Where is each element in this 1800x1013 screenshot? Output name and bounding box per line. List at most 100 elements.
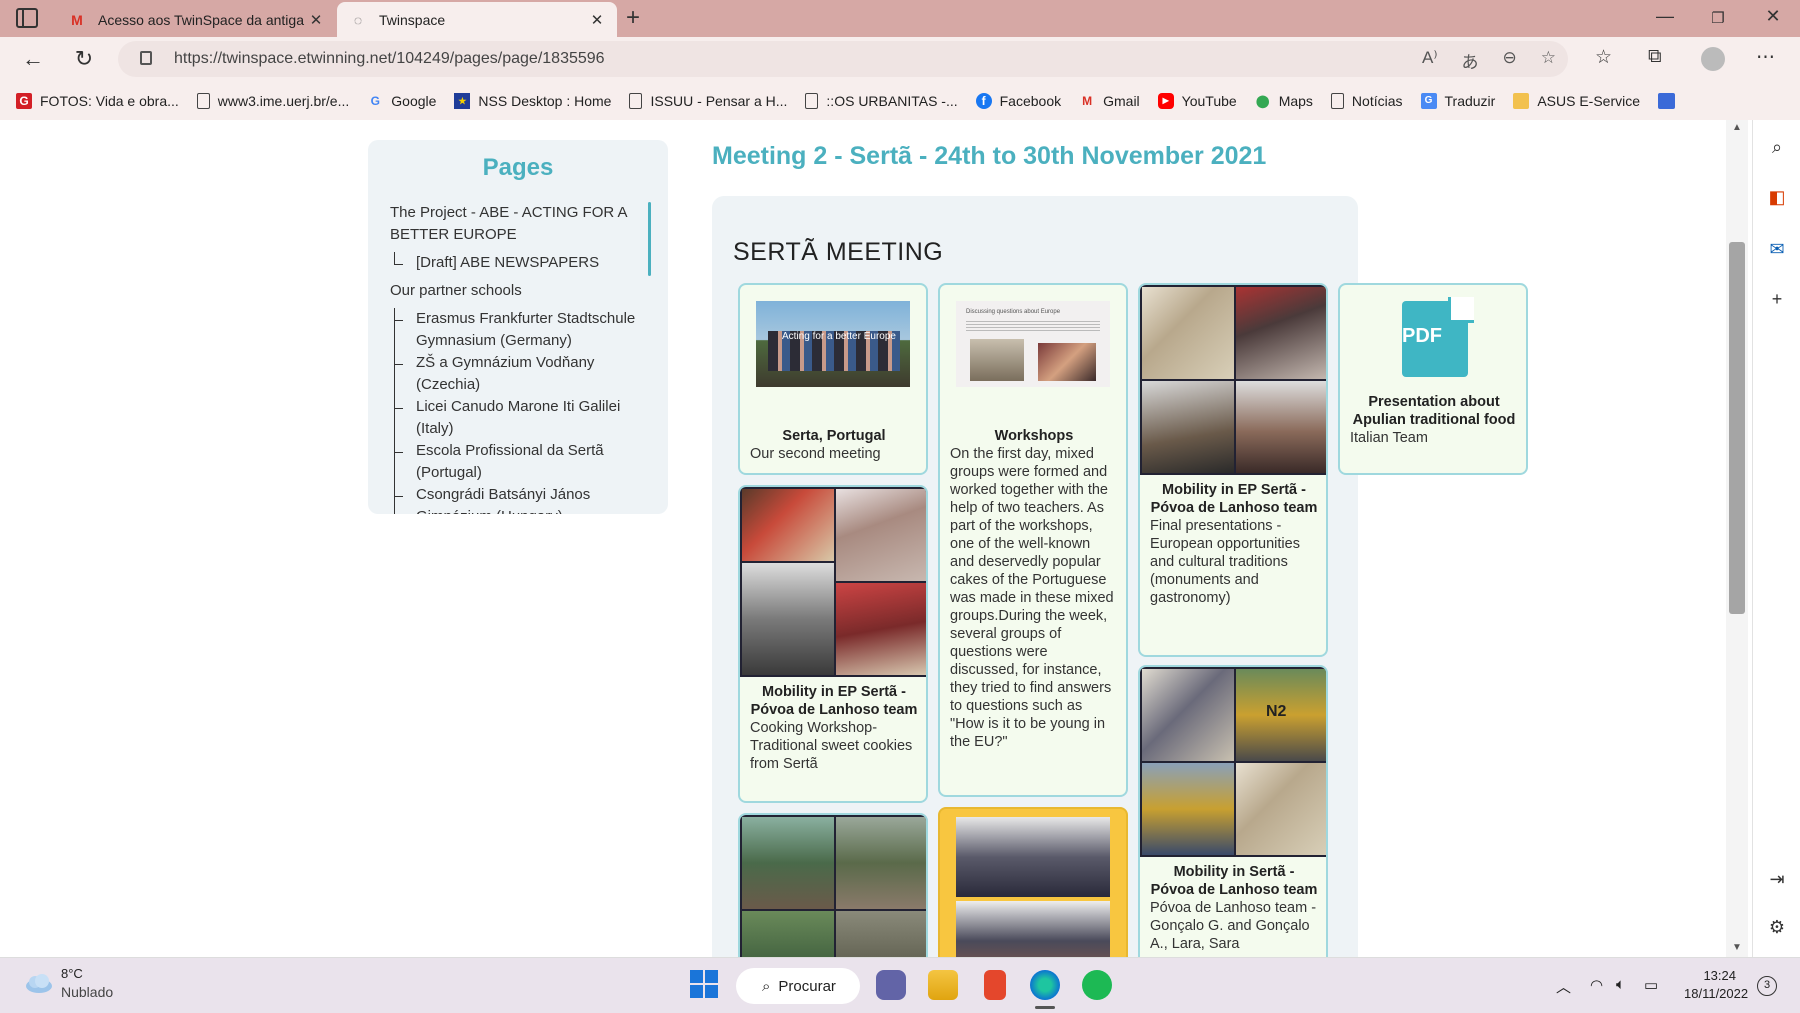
add-favorite-icon[interactable]: ☆ <box>1541 48 1556 73</box>
bookmark-maps[interactable]: ⬤ Maps <box>1255 93 1313 109</box>
bookmark-youtube[interactable]: ▶ YouTube <box>1157 93 1237 109</box>
bookmark-noticias[interactable]: Notícias <box>1330 93 1403 109</box>
page-link[interactable]: The Project - ABE - ACTING FOR A BETTER … <box>390 202 640 246</box>
page-link[interactable]: Our partner schools <box>390 280 640 302</box>
windows-start-icon[interactable] <box>690 970 718 998</box>
bookmark-ime[interactable]: www3.ime.uerj.br/e... <box>196 93 349 109</box>
card-description: On the first day, mixed groups were form… <box>950 446 1114 750</box>
bookmark-fotos[interactable]: G FOTOS: Vida e obra... <box>16 93 179 109</box>
photo-collage <box>1140 285 1326 475</box>
spotify-icon[interactable] <box>1082 970 1112 1000</box>
search-label: Procurar <box>778 977 836 995</box>
profile-avatar[interactable] <box>1701 47 1725 71</box>
card-mobility-presentations[interactable]: Mobility in EP Sertã - Póvoa de Lanhoso … <box>1138 283 1328 657</box>
bookmark-traduzir[interactable]: G Traduzir <box>1420 93 1496 109</box>
chevron-up-icon[interactable]: ︿ <box>1556 976 1571 997</box>
page-scrollbar[interactable]: ▲ ▼ <box>1726 120 1748 957</box>
search-icon[interactable]: ⌕ <box>1766 136 1788 158</box>
card-mobility-serta[interactable]: N2 Mobility in Sertã - Póvoa de Lanhoso … <box>1138 665 1328 957</box>
page-link[interactable]: [Draft] ABE NEWSPAPERS <box>390 252 640 274</box>
card-cooking-workshop[interactable]: Mobility in EP Sertã - Póvoa de Lanhoso … <box>738 485 928 803</box>
address-bar-row: ← ↻ https://twinspace.etwinning.net/1042… <box>0 37 1800 82</box>
gear-icon[interactable]: ⚙ <box>1766 916 1788 938</box>
scroll-thumb[interactable] <box>1729 242 1745 614</box>
card-serta[interactable]: Acting for a better Europe Serta, Portug… <box>738 283 928 475</box>
bookmark-extra[interactable] <box>1658 93 1676 109</box>
bookmark-label: Traduzir <box>1444 93 1496 109</box>
bookmark-facebook[interactable]: f Facebook <box>975 93 1061 109</box>
tab-actions-icon[interactable] <box>16 8 38 28</box>
maps-icon: ⬤ <box>1255 94 1270 108</box>
bookmark-gmail[interactable]: M Gmail <box>1079 93 1140 109</box>
zoom-out-icon[interactable]: ⊖ <box>1503 48 1517 73</box>
card-description: Póvoa de Lanhoso team -Gonçalo G. and Go… <box>1150 900 1317 952</box>
volume-icon[interactable]: 🔈︎ <box>1616 976 1625 993</box>
notification-badge[interactable]: 3 <box>1757 976 1777 996</box>
wifi-icon[interactable]: ◠ <box>1590 976 1603 994</box>
favorites-icon[interactable]: ☆ <box>1595 46 1612 69</box>
add-icon[interactable]: + <box>1766 288 1788 310</box>
edge-icon[interactable] <box>1030 970 1060 1000</box>
pdf-badge: PDF <box>1402 325 1442 347</box>
office-icon[interactable]: ◧ <box>1766 186 1788 208</box>
scroll-up-icon[interactable]: ▲ <box>1732 122 1742 133</box>
bookmark-urbanitas[interactable]: ::OS URBANITAS -... <box>805 93 958 109</box>
card-pdf-apulian[interactable]: PDF Presentation about Apulian tradition… <box>1338 283 1528 475</box>
bookmark-google[interactable]: G Google <box>367 93 437 109</box>
pages-title: Pages <box>482 154 554 181</box>
teams-icon[interactable] <box>876 970 906 1000</box>
close-icon[interactable]: ✕ <box>308 11 324 29</box>
bookmark-label: Notícias <box>1351 93 1403 109</box>
tab-gmail[interactable]: M Acesso aos TwinSpace da antiga ✕ <box>56 2 336 37</box>
folder-icon <box>1513 93 1530 109</box>
card-title: Mobility in EP Sertã - Póvoa de Lanhoso … <box>1150 482 1318 516</box>
scroll-down-icon[interactable]: ▼ <box>1732 942 1742 953</box>
more-icon[interactable]: ⋯ <box>1756 46 1775 69</box>
card-classroom[interactable] <box>938 807 1128 957</box>
tab-twinspace[interactable]: ◌ Twinspace ✕ <box>337 2 617 37</box>
maximize-icon[interactable]: ❐ <box>1695 9 1741 27</box>
image-caption: Acting for a better Europe <box>782 331 896 342</box>
read-aloud-icon[interactable]: A⁾ <box>1422 48 1438 73</box>
new-tab-icon[interactable]: + <box>626 4 640 32</box>
bookmark-label: ::OS URBANITAS -... <box>826 93 958 109</box>
office-icon[interactable] <box>984 970 1006 1000</box>
file-explorer-icon[interactable] <box>928 970 958 1000</box>
close-icon[interactable]: ✕ <box>589 11 605 29</box>
refresh-icon[interactable]: ↻ <box>69 45 99 75</box>
card-landscape[interactable] <box>738 813 928 957</box>
card-workshops[interactable]: Discussing questions about Europe Worksh… <box>938 283 1128 797</box>
translate-icon[interactable]: あ <box>1462 48 1479 73</box>
gmail-icon: M <box>1082 94 1093 108</box>
file-icon <box>629 93 643 109</box>
taskbar-search[interactable]: ⌕ Procurar <box>736 968 860 1004</box>
minimize-icon[interactable]: — <box>1642 6 1688 27</box>
page-link[interactable]: Erasmus Frankfurter Stadtschule Gymnasiu… <box>390 308 640 352</box>
bookmark-issuu[interactable]: ISSUU - Pensar a H... <box>629 93 787 109</box>
photo-collage: N2 <box>1140 667 1326 857</box>
clock-time: 13:24 <box>1703 968 1736 983</box>
outlook-icon[interactable]: ✉ <box>1766 238 1788 260</box>
page-link[interactable]: Licei Canudo Marone Iti Galilei (Italy) <box>390 396 640 440</box>
file-icon <box>805 93 819 109</box>
card-title: Workshops <box>994 428 1074 444</box>
clock[interactable]: 13:24 18/11/2022 <box>1684 967 1748 1003</box>
collections-icon[interactable]: ⧉ <box>1648 46 1662 68</box>
close-window-icon[interactable]: ✕ <box>1750 6 1796 27</box>
battery-icon[interactable]: ▭ <box>1644 976 1658 994</box>
photo-collage <box>740 815 926 957</box>
twinspace-icon: ◌ <box>353 11 363 28</box>
page-link[interactable]: Csongrádi Batsányi János Gimnázium (Hung… <box>390 484 640 514</box>
url-text[interactable]: https://twinspace.etwinning.net/104249/p… <box>174 50 605 68</box>
photo-collage <box>740 487 926 677</box>
bookmark-nss[interactable]: ★ NSS Desktop : Home <box>454 93 611 109</box>
url-bar[interactable]: https://twinspace.etwinning.net/104249/p… <box>118 41 1568 77</box>
gmail-icon: M <box>71 11 83 28</box>
pages-scroll-indicator <box>648 202 651 276</box>
page-link[interactable]: ZŠ a Gymnázium Vodňany (Czechia) <box>390 352 640 396</box>
page-link[interactable]: Escola Profissional da Sertã (Portugal) <box>390 440 640 484</box>
bookmark-asus[interactable]: ASUS E-Service <box>1513 93 1640 109</box>
hide-sidebar-icon[interactable]: ⇥ <box>1766 868 1788 890</box>
taskbar: 8°C Nublado ⌕ Procurar ︿ ◠ 🔈︎ ▭ 13:24 18… <box>0 957 1800 1013</box>
back-icon[interactable]: ← <box>18 45 48 75</box>
